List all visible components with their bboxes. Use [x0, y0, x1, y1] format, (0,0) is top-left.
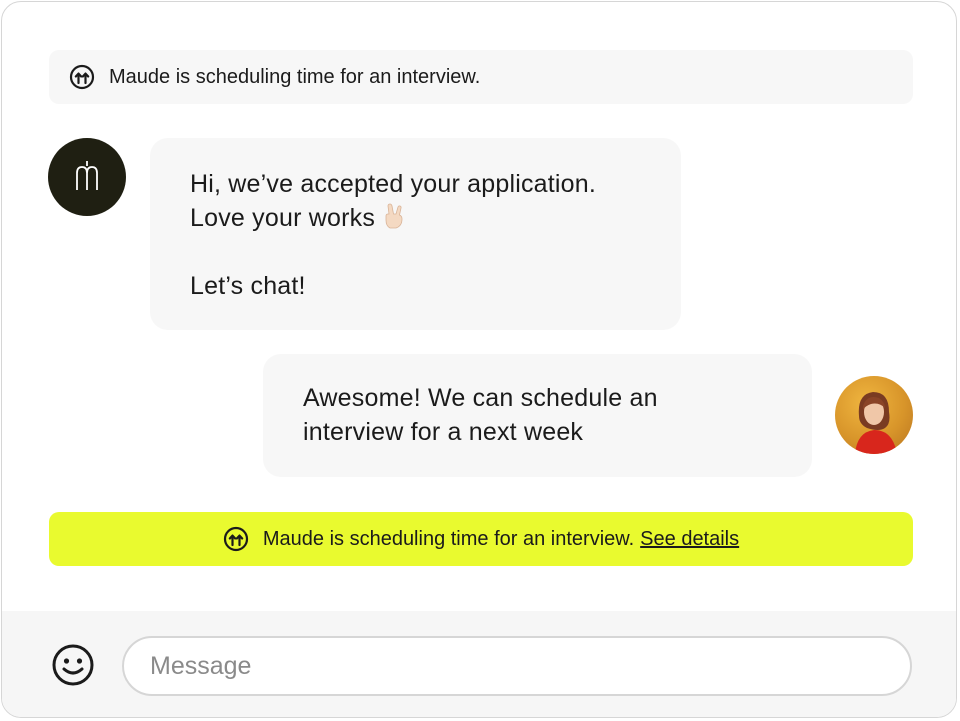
message-line: Love your works — [190, 201, 641, 235]
see-details-link[interactable]: See details — [640, 528, 739, 551]
brand-logo-icon — [76, 161, 98, 190]
company-avatar — [48, 138, 126, 216]
message-input[interactable] — [122, 636, 912, 696]
scheduling-notice: Maude is scheduling time for an intervie… — [49, 50, 913, 104]
message-composer — [2, 611, 956, 717]
scheduling-icon — [69, 64, 95, 90]
message-line: interview for a next week — [303, 418, 584, 446]
rock-on-hand-icon — [381, 202, 409, 230]
user-avatar — [835, 376, 913, 454]
notice-text: Maude is scheduling time for an intervie… — [262, 527, 635, 550]
incoming-message-bubble: Hi, we’ve accepted your application. Lov… — [150, 138, 681, 330]
message-line: Awesome! We can schedule an — [303, 384, 658, 412]
message-line: Hi, we’ve accepted your application. — [190, 170, 597, 198]
chat-window: Maude is scheduling time for an intervie… — [1, 1, 957, 718]
message-line: Let’s chat! — [190, 272, 306, 300]
smiley-icon[interactable] — [51, 643, 95, 687]
scheduling-icon — [223, 526, 249, 552]
user-photo-avatar — [855, 392, 897, 454]
outgoing-message-bubble: Awesome! We can schedule an interview fo… — [263, 354, 812, 477]
notice-text: Maude is scheduling time for an intervie… — [109, 65, 481, 88]
scheduling-notice-highlight: Maude is scheduling time for an intervie… — [49, 512, 913, 566]
